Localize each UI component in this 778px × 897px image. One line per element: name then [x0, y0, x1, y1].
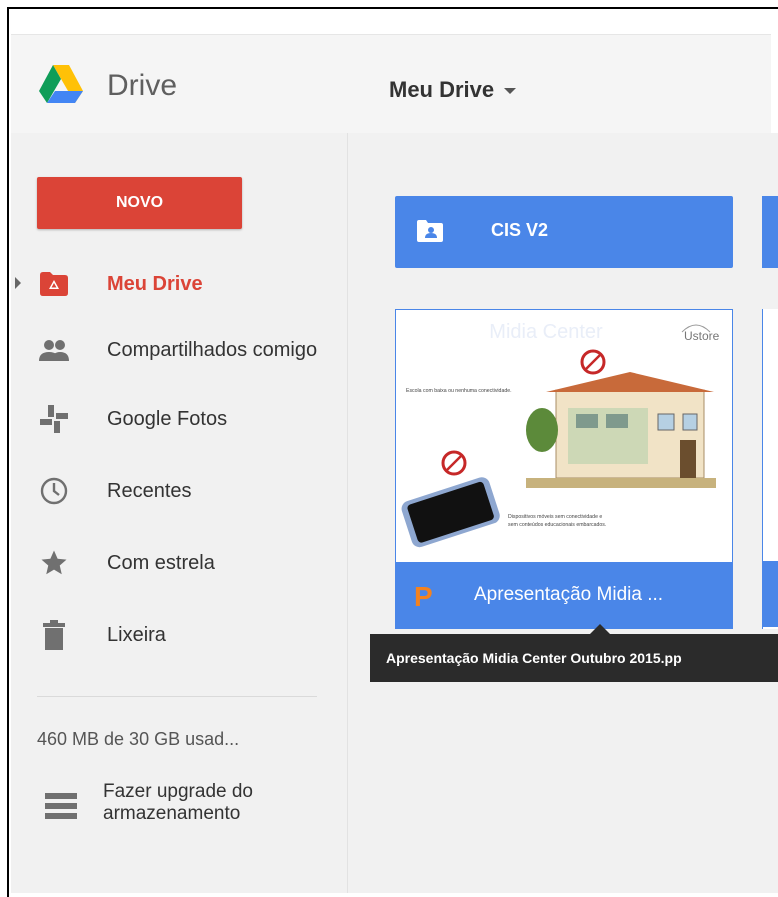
slide-title: Midia Center — [489, 321, 603, 343]
folder-card-partial[interactable] — [762, 196, 778, 268]
file-name-tooltip: Apresentação Midia Center Outubro 2015.p… — [370, 634, 778, 682]
slide-preview-image: Midia Center Ustore Escola com baixa ou … — [396, 310, 732, 562]
sidebar-item-label: Recentes — [107, 479, 192, 502]
sidebar-item-label: Meu Drive — [107, 272, 203, 295]
folder-name: CIS V2 — [491, 220, 549, 240]
sidebar-item-label: Lixeira — [107, 623, 166, 646]
file-card-partial[interactable] — [762, 309, 778, 629]
storage-icon — [45, 793, 77, 819]
storage-usage[interactable]: 460 MB de 30 GB usad... — [37, 729, 239, 750]
shared-folder-icon — [417, 220, 443, 242]
location-dropdown[interactable]: Meu Drive — [389, 77, 517, 103]
upgrade-storage-link[interactable]: Fazer upgrade do armazenamento — [37, 779, 337, 835]
sidebar-item-google-fotos[interactable]: Google Fotos — [11, 391, 347, 447]
upgrade-label-line-1: Fazer upgrade do — [103, 781, 253, 802]
upgrade-label-line-2: armazenamento — [103, 803, 241, 824]
app-title: Drive — [107, 69, 178, 102]
top-bar: Drive Meu Drive — [11, 34, 771, 134]
sidebar-item-com-estrela[interactable]: Com estrela — [11, 535, 347, 591]
photos-icon — [39, 404, 69, 434]
drive-logo-icon[interactable] — [39, 65, 83, 103]
upgrade-label: Fazer upgrade do armazenamento — [103, 781, 253, 825]
sidebar-item-label: Compartilhados comigo — [107, 338, 318, 361]
svg-text:Dispositivos móveis sem conect: Dispositivos móveis sem conectividade e — [508, 514, 602, 520]
file-card[interactable]: Midia Center Ustore Escola com baixa ou … — [395, 309, 733, 629]
clock-icon — [39, 476, 69, 506]
file-title-bar: P Apresentação Midia ... — [396, 562, 732, 628]
folder-card[interactable]: CIS V2 — [395, 196, 733, 268]
location-label: Meu Drive — [389, 77, 495, 102]
slide-brand: Ustore — [684, 329, 720, 343]
slide-caption-top: Escola com baixa ou nenhuma conectividad… — [406, 388, 512, 394]
svg-text:sem conteúdos educacionais emb: sem conteúdos educacionais embarcados. — [508, 522, 606, 528]
sidebar-item-recentes[interactable]: Recentes — [11, 463, 347, 519]
sidebar-item-lixeira[interactable]: Lixeira — [11, 607, 347, 663]
sidebar-item-label: Google Fotos — [107, 407, 228, 430]
tooltip-arrow — [590, 624, 610, 634]
sidebar-item-meu-drive[interactable]: Meu Drive — [11, 256, 347, 312]
sidebar-item-label: Com estrela — [107, 551, 215, 574]
my-drive-icon — [39, 269, 69, 299]
active-pointer-icon — [15, 277, 21, 289]
sidebar-divider — [37, 696, 317, 697]
powerpoint-icon: P — [414, 582, 433, 610]
sidebar: NOVO Meu Drive Compartilhados comigo Goo… — [11, 133, 348, 893]
main-content: CIS V2 Midia Center Ustore Escola com ba… — [348, 133, 778, 893]
caret-down-icon — [504, 88, 517, 94]
svg-text:P: P — [414, 582, 433, 610]
file-thumbnail: Midia Center Ustore Escola com baixa ou … — [396, 310, 732, 562]
file-title-bar-partial — [763, 561, 778, 627]
sidebar-item-compartilhados[interactable]: Compartilhados comigo — [11, 322, 347, 378]
file-name: Apresentação Midia ... — [474, 584, 664, 605]
trash-icon — [39, 620, 69, 650]
new-button[interactable]: NOVO — [37, 177, 242, 229]
people-icon — [39, 335, 69, 365]
star-icon — [39, 548, 69, 578]
